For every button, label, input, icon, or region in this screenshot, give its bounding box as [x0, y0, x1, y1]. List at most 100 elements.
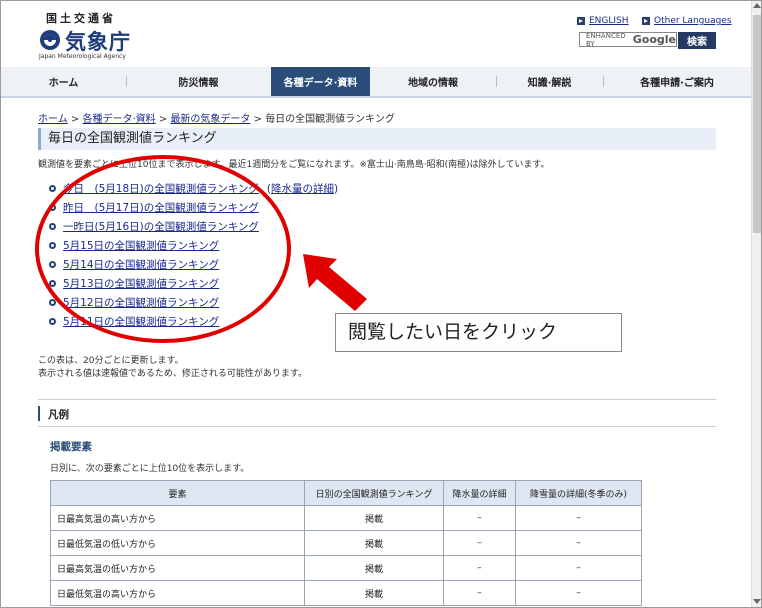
breadcrumb-current: 毎日の全国観測値ランキング	[265, 114, 395, 125]
arrow-right-icon	[642, 17, 650, 25]
other-languages-link[interactable]: Other Languages	[642, 16, 732, 26]
ministry-name: 国土交通省	[46, 12, 116, 25]
col-header-snow-detail: 降雪量の詳細(冬季のみ)	[515, 480, 642, 506]
table-cell: –	[443, 530, 516, 556]
precip-detail-wrap: (降水量の詳細)	[267, 181, 338, 196]
breadcrumb-separator: >	[158, 114, 168, 125]
breadcrumb-latest[interactable]: 最新の気象データ	[170, 114, 250, 125]
table-cell: –	[443, 580, 516, 606]
elements-subheading: 掲載要素	[50, 441, 92, 453]
bullet-icon	[49, 242, 56, 249]
table-cell: –	[515, 530, 642, 556]
table-cell: 日最高気温の低い方から	[50, 555, 305, 581]
agency-name-en: Japan Meteorological Agency	[39, 53, 126, 60]
legend-accent-bar	[38, 406, 40, 421]
table-cell: 日最高気温の高い方から	[50, 505, 305, 531]
list-item: 5月13日の全国観測値ランキング	[49, 274, 338, 293]
list-item: 今日 (5月18日)の全国観測値ランキング (降水量の詳細)	[49, 179, 338, 198]
list-item: 5月14日の全国観測値ランキング	[49, 255, 338, 274]
table-cell: 日最低気温の高い方から	[50, 580, 305, 606]
bullet-icon	[49, 204, 56, 211]
list-item: 一昨日(5月16日)の全国観測値ランキング	[49, 217, 338, 236]
ranking-link-may13[interactable]: 5月13日の全国観測値ランキング	[63, 276, 219, 291]
bullet-icon	[49, 280, 56, 287]
table-cell: 日最低気温の低い方から	[50, 530, 305, 556]
ranking-link-list: 今日 (5月18日)の全国観測値ランキング (降水量の詳細) 昨日 (5月17日…	[49, 179, 338, 331]
table-cell: 掲載	[304, 580, 444, 606]
page-title: 毎日の全国観測値ランキング	[38, 128, 716, 150]
table-cell: 掲載	[304, 555, 444, 581]
other-languages-label[interactable]: Other Languages	[654, 16, 732, 26]
ranking-link-day-before[interactable]: 一昨日(5月16日)の全国観測値ランキング	[63, 219, 259, 234]
bullet-icon	[49, 223, 56, 230]
search-input[interactable]: ENHANCED BY Google	[579, 31, 677, 48]
list-item: 5月15日の全国観測値ランキング	[49, 236, 338, 255]
ranking-link-may12[interactable]: 5月12日の全国観測値ランキング	[63, 295, 219, 310]
table-cell: –	[515, 505, 642, 531]
scroll-up-icon[interactable]	[753, 3, 761, 8]
nav-item-disaster[interactable]: 防災情報	[126, 67, 271, 96]
english-link-label[interactable]: ENGLISH	[589, 16, 629, 26]
scroll-down-icon[interactable]	[753, 599, 761, 604]
table-row: 日最高気温の高い方から 掲載 – –	[50, 505, 642, 531]
breadcrumb-home[interactable]: ホーム	[38, 114, 68, 125]
table-cell: 掲載	[304, 505, 444, 531]
nav-item-data[interactable]: 各種データ·資料	[271, 67, 370, 96]
legend-section-header: 凡例	[38, 399, 716, 427]
update-note: この表は、20分ごとに更新します。 表示される値は速報値であるため、修正される可…	[38, 355, 307, 381]
jma-logo-icon[interactable]	[39, 29, 61, 51]
col-header-daily-ranking: 日別の全国観測値ランキング	[304, 480, 444, 506]
list-item: 5月12日の全国観測値ランキング	[49, 293, 338, 312]
table-header-row: 要素 日別の全国観測値ランキング 降水量の詳細 降雪量の詳細(冬季のみ)	[50, 480, 642, 506]
bullet-icon	[49, 299, 56, 306]
search-button[interactable]: 検索	[678, 32, 716, 49]
agency-name[interactable]: 気象庁	[65, 26, 131, 56]
table-row: 日最高気温の低い方から 掲載 – –	[50, 555, 642, 581]
list-item: 5月11日の全国観測値ランキング	[49, 312, 338, 331]
col-header-precip-detail: 降水量の詳細	[443, 480, 516, 506]
table-row: 日最低気温の高い方から 掲載 – –	[50, 580, 642, 606]
table-cell: –	[515, 580, 642, 606]
elements-table: 要素 日別の全国観測値ランキング 降水量の詳細 降雪量の詳細(冬季のみ) 日最高…	[50, 480, 642, 606]
paren-close: )	[334, 183, 339, 195]
nav-item-home[interactable]: ホーム	[1, 67, 126, 96]
table-cell: –	[443, 505, 516, 531]
ranking-link-may11[interactable]: 5月11日の全国観測値ランキング	[63, 314, 219, 329]
list-item: 昨日 (5月17日)の全国観測値ランキング	[49, 198, 338, 217]
ranking-link-today[interactable]: 今日 (5月18日)の全国観測値ランキング	[63, 181, 259, 196]
ranking-link-yesterday[interactable]: 昨日 (5月17日)の全国観測値ランキング	[63, 200, 259, 215]
intro-text: 観測値を要素ごとに上位10位まで表示します。最近1週間分をご覧になれます。※富士…	[38, 160, 550, 170]
breadcrumb-separator: >	[70, 114, 80, 125]
elements-description: 日別に、次の要素ごとに上位10位を表示します。	[50, 464, 250, 474]
precip-detail-link[interactable]: 降水量の詳細	[271, 183, 334, 195]
legend-title: 凡例	[48, 409, 69, 421]
table-cell: –	[515, 555, 642, 581]
scroll-thumb[interactable]	[753, 15, 761, 233]
breadcrumb: ホーム > 各種データ·資料 > 最新の気象データ > 毎日の全国観測値ランキン…	[38, 110, 395, 125]
table-cell: 掲載	[304, 530, 444, 556]
site-header: 国土交通省 気象庁 Japan Meteorological Agency EN…	[1, 1, 751, 67]
breadcrumb-separator: >	[253, 114, 262, 125]
breadcrumb-data[interactable]: 各種データ·資料	[82, 114, 155, 125]
search-placeholder: ENHANCED BY	[586, 31, 626, 48]
bullet-icon	[49, 318, 56, 325]
col-header-element: 要素	[50, 480, 305, 506]
google-logo: Google	[632, 33, 676, 46]
browser-viewport: 国土交通省 気象庁 Japan Meteorological Agency EN…	[0, 0, 762, 608]
arrow-right-icon	[577, 17, 585, 25]
english-link[interactable]: ENGLISH	[577, 16, 629, 26]
ranking-link-may14[interactable]: 5月14日の全国観測値ランキング	[63, 257, 219, 272]
main-nav: ホーム 防災情報 各種データ·資料 地域の情報 知識·解説 各種申請·ご案内	[1, 67, 751, 98]
annotation-callout: 閲覧したい日をクリック	[335, 313, 622, 352]
note-line-1: この表は、20分ごとに更新します。	[38, 356, 184, 366]
nav-item-knowledge[interactable]: 知識·解説	[496, 67, 603, 96]
ranking-link-may15[interactable]: 5月15日の全国観測値ランキング	[63, 238, 219, 253]
nav-item-applications[interactable]: 各種申請·ご案内	[603, 67, 751, 96]
table-row: 日最低気温の低い方から 掲載 – –	[50, 530, 642, 556]
nav-item-regional[interactable]: 地域の情報	[370, 67, 496, 96]
bullet-icon	[49, 185, 56, 192]
bullet-icon	[49, 261, 56, 268]
vertical-scrollbar[interactable]	[751, 1, 761, 607]
table-cell: –	[443, 555, 516, 581]
note-line-2: 表示される値は速報値であるため、修正される可能性があります。	[38, 369, 308, 379]
